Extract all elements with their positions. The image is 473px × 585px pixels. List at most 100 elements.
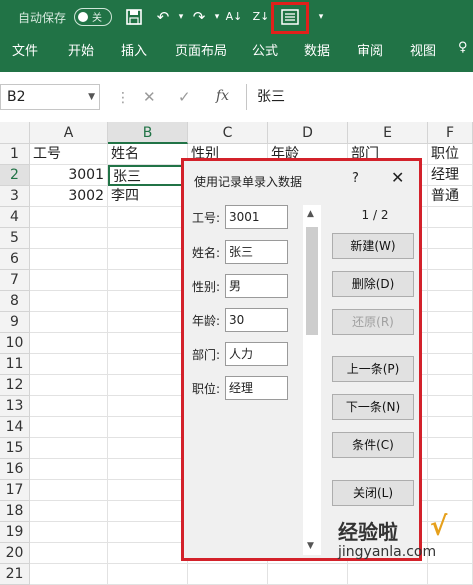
tab-formulas[interactable]: 公式 — [252, 40, 278, 59]
row-header-10[interactable]: 10 — [0, 333, 30, 354]
cell-b10[interactable] — [108, 333, 188, 354]
row-header-1[interactable]: 1 — [0, 144, 30, 165]
tab-view[interactable]: 视图 — [410, 40, 436, 59]
cell-a1[interactable]: 工号 — [30, 144, 108, 165]
field-input-id[interactable]: 3001 — [225, 205, 288, 229]
cell-a20[interactable] — [30, 543, 108, 564]
cell-a19[interactable] — [30, 522, 108, 543]
cell-b8[interactable] — [108, 291, 188, 312]
field-input-name[interactable]: 张三 — [225, 240, 288, 264]
cell-a2[interactable]: 3001 — [30, 165, 108, 186]
tab-file[interactable]: 文件 — [12, 40, 38, 59]
row-header-5[interactable]: 5 — [0, 228, 30, 249]
cell-b11[interactable] — [108, 354, 188, 375]
select-all-corner[interactable] — [0, 122, 30, 144]
cell-f3[interactable]: 普通 — [428, 186, 473, 207]
cell-f16[interactable] — [428, 459, 473, 480]
row-header-12[interactable]: 12 — [0, 375, 30, 396]
cell-b4[interactable] — [108, 207, 188, 228]
cell-a8[interactable] — [30, 291, 108, 312]
cell-b7[interactable] — [108, 270, 188, 291]
help-button[interactable]: ? — [352, 171, 359, 186]
row-header-16[interactable]: 16 — [0, 459, 30, 480]
cell-a9[interactable] — [30, 312, 108, 333]
row-header-4[interactable]: 4 — [0, 207, 30, 228]
cell-f10[interactable] — [428, 333, 473, 354]
row-header-19[interactable]: 19 — [0, 522, 30, 543]
cell-b2[interactable]: 张三 — [108, 165, 188, 186]
row-header-7[interactable]: 7 — [0, 270, 30, 291]
lightbulb-icon[interactable]: ♀ — [458, 40, 468, 55]
next-record-button[interactable]: 下一条(N) — [332, 394, 414, 420]
cell-b3[interactable]: 李四 — [108, 186, 188, 207]
cell-f9[interactable] — [428, 312, 473, 333]
scroll-down-icon[interactable]: ▼ — [307, 541, 314, 551]
cell-b18[interactable] — [108, 501, 188, 522]
cell-f5[interactable] — [428, 228, 473, 249]
cell-a17[interactable] — [30, 480, 108, 501]
name-box[interactable]: B2 ▼ — [0, 84, 100, 110]
row-header-13[interactable]: 13 — [0, 396, 30, 417]
cell-f6[interactable] — [428, 249, 473, 270]
cell-b19[interactable] — [108, 522, 188, 543]
row-header-2[interactable]: 2 — [0, 165, 30, 186]
column-header-d[interactable]: D — [268, 122, 348, 144]
field-input-gender[interactable]: 男 — [225, 274, 288, 298]
row-header-8[interactable]: 8 — [0, 291, 30, 312]
column-header-b[interactable]: B — [108, 122, 188, 144]
cell-a5[interactable] — [30, 228, 108, 249]
cell-a12[interactable] — [30, 375, 108, 396]
tab-insert[interactable]: 插入 — [121, 40, 147, 59]
row-header-18[interactable]: 18 — [0, 501, 30, 522]
row-header-20[interactable]: 20 — [0, 543, 30, 564]
tab-page-layout[interactable]: 页面布局 — [175, 40, 227, 59]
enter-icon[interactable]: ✓ — [178, 88, 191, 106]
cell-a3[interactable]: 3002 — [30, 186, 108, 207]
chevron-down-icon[interactable]: ▼ — [88, 85, 95, 109]
scroll-thumb[interactable] — [306, 227, 318, 335]
delete-button[interactable]: 删除(D) — [332, 271, 414, 297]
cell-b13[interactable] — [108, 396, 188, 417]
tab-review[interactable]: 审阅 — [357, 40, 383, 59]
cell-b17[interactable] — [108, 480, 188, 501]
cell-f13[interactable] — [428, 396, 473, 417]
cell-b14[interactable] — [108, 417, 188, 438]
cell-f14[interactable] — [428, 417, 473, 438]
row-header-6[interactable]: 6 — [0, 249, 30, 270]
field-input-age[interactable]: 30 — [225, 308, 288, 332]
sort-descending-icon[interactable]: Z↓ — [250, 6, 272, 28]
row-header-17[interactable]: 17 — [0, 480, 30, 501]
cell-f1[interactable]: 职位 — [428, 144, 473, 165]
cell-a11[interactable] — [30, 354, 108, 375]
column-header-f[interactable]: F — [428, 122, 473, 144]
formula-input[interactable]: 张三 — [246, 84, 473, 110]
cell-a16[interactable] — [30, 459, 108, 480]
cell-a18[interactable] — [30, 501, 108, 522]
field-input-position[interactable]: 经理 — [225, 376, 288, 400]
save-icon[interactable] — [123, 6, 145, 28]
cell-f8[interactable] — [428, 291, 473, 312]
record-scrollbar[interactable]: ▲ ▼ — [303, 205, 321, 555]
cell-a10[interactable] — [30, 333, 108, 354]
cell-a15[interactable] — [30, 438, 108, 459]
row-header-14[interactable]: 14 — [0, 417, 30, 438]
cell-f2[interactable]: 经理 — [428, 165, 473, 186]
cell-b5[interactable] — [108, 228, 188, 249]
cell-a7[interactable] — [30, 270, 108, 291]
row-header-9[interactable]: 9 — [0, 312, 30, 333]
cell-b9[interactable] — [108, 312, 188, 333]
tab-home[interactable]: 开始 — [68, 40, 94, 59]
customize-toolbar-icon[interactable]: ▾ — [310, 6, 332, 28]
cell-a4[interactable] — [30, 207, 108, 228]
cell-f12[interactable] — [428, 375, 473, 396]
cell-f17[interactable] — [428, 480, 473, 501]
cell-b16[interactable] — [108, 459, 188, 480]
column-header-c[interactable]: C — [188, 122, 268, 144]
insert-function-button[interactable]: fx — [216, 88, 229, 104]
new-button[interactable]: 新建(W) — [332, 233, 414, 259]
restore-button[interactable]: 还原(R) — [332, 309, 414, 335]
criteria-button[interactable]: 条件(C) — [332, 432, 414, 458]
cell-b1[interactable]: 姓名 — [108, 144, 188, 165]
cell-b6[interactable] — [108, 249, 188, 270]
row-header-11[interactable]: 11 — [0, 354, 30, 375]
